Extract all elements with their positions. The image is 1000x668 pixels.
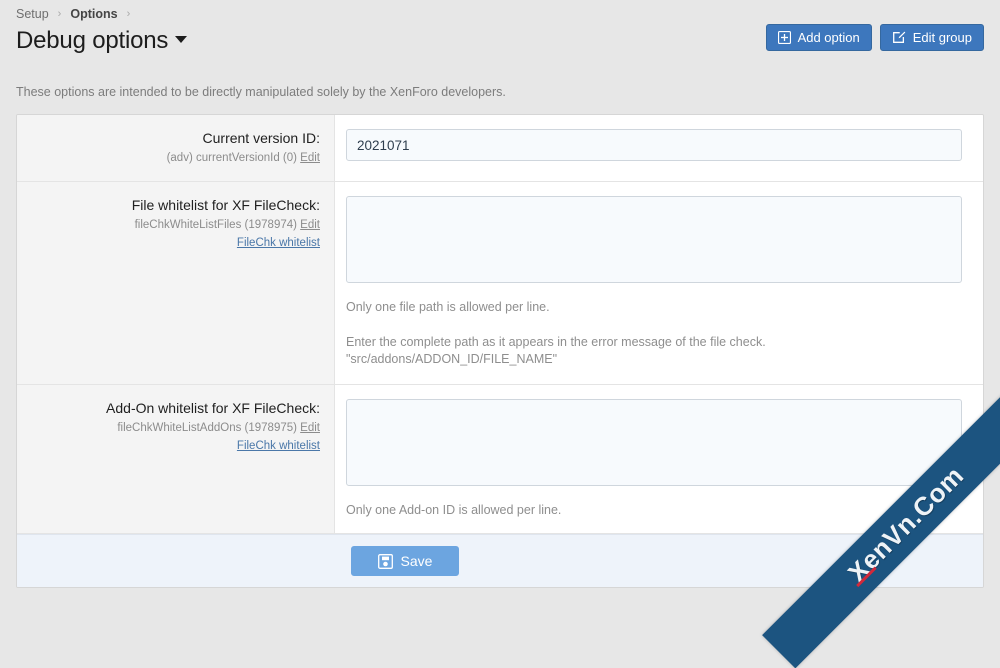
form-row-field [335,115,983,181]
form-row-label: File whitelist for XF FileCheck: fileChk… [17,182,335,384]
save-button[interactable]: Save [351,546,459,576]
plus-square-icon [777,31,791,44]
form-row-label: Add-On whitelist for XF FileCheck: fileC… [17,385,335,533]
form-row: File whitelist for XF FileCheck: fileChk… [17,182,983,385]
page-title-text: Debug options [16,27,169,54]
form-row: Current version ID: (adv) currentVersion… [17,115,983,182]
current-version-id-input[interactable] [346,129,962,161]
breadcrumb-separator-icon: › [126,7,131,20]
header-actions: Add option Edit group [765,24,984,51]
field-sublabel: (adv) currentVersionId (0) Edit [31,150,320,167]
filechk-whitelist-link[interactable]: FileChk whitelist [237,237,320,249]
form-row-label: Current version ID: (adv) currentVersion… [17,115,335,181]
field-extra-link-wrap: FileChk whitelist [31,235,320,252]
form-row-field: Only one file path is allowed per line. … [335,182,983,384]
field-edit-link[interactable]: Edit [300,219,320,231]
breadcrumb-item-setup[interactable]: Setup [16,7,49,21]
edit-group-button[interactable]: Edit group [879,24,984,51]
field-hint: Only one file path is allowed per line. [346,300,550,314]
form-footer: Save [17,534,983,587]
field-label: Current version ID: [202,130,320,146]
chevron-down-icon[interactable] [175,36,188,44]
page-description: These options are intended to be directl… [16,85,506,99]
add-option-button[interactable]: Add option [765,24,872,51]
save-disk-icon [377,553,393,569]
field-key-text: (adv) currentVersionId (0) [166,152,297,164]
page-title[interactable]: Debug options [16,26,188,56]
breadcrumb-item-options[interactable]: Options [70,7,117,21]
field-key-text: fileChkWhiteListFiles (1978974) [134,219,297,231]
field-key-text: fileChkWhiteListAddOns (1978975) [117,422,297,434]
field-label: File whitelist for XF FileCheck: [131,197,320,213]
field-hint: Enter the complete path as it appears in… [346,335,766,366]
field-extra-link-wrap: FileChk whitelist [31,438,320,455]
field-hint: Only one Add-on ID is allowed per line. [346,503,562,517]
page-header: Debug options Add option Edit group [0,20,1000,76]
field-edit-link[interactable]: Edit [300,422,320,434]
pencil-square-icon [892,31,906,44]
options-form-block: Current version ID: (adv) currentVersion… [16,114,984,588]
add-option-button-label: Add option [797,30,860,45]
filechk-whitelist-link[interactable]: FileChk whitelist [237,440,320,452]
field-sublabel: fileChkWhiteListFiles (1978974) Edit [31,217,320,234]
save-button-label: Save [400,553,433,569]
form-row-field: Only one Add-on ID is allowed per line. [335,385,983,533]
edit-group-button-label: Edit group [912,30,972,45]
file-whitelist-textarea[interactable] [346,196,962,283]
field-sublabel: fileChkWhiteListAddOns (1978975) Edit [31,420,320,437]
breadcrumb: Setup › Options › [0,0,1000,21]
addon-whitelist-textarea[interactable] [346,399,962,486]
form-row: Add-On whitelist for XF FileCheck: fileC… [17,385,983,534]
field-label: Add-On whitelist for XF FileCheck: [106,400,320,416]
field-edit-link[interactable]: Edit [300,152,320,164]
breadcrumb-separator-icon: › [57,7,62,20]
